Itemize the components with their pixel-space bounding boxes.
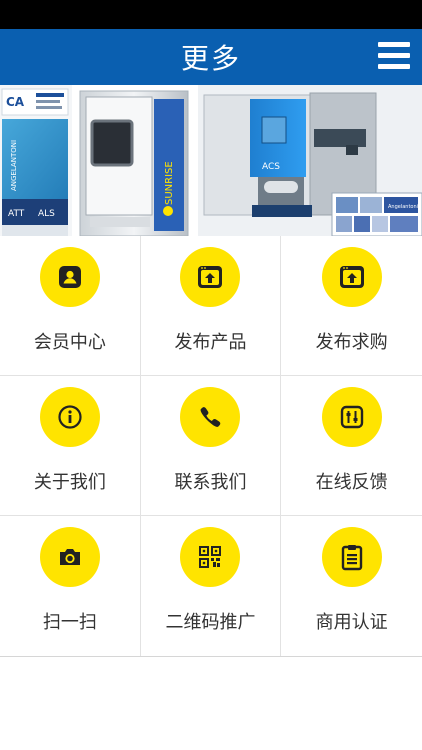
online-feedback-label: 在线反馈 — [315, 472, 388, 493]
banner-image[interactable]: CA ANGELANTONI ATT ALS SUNRISE ACS Angel… — [0, 85, 422, 236]
top-bar: 更多 — [0, 29, 422, 85]
business-certification-label: 商用认证 — [315, 612, 388, 633]
qr-promotion-label: 二维码推广 — [165, 612, 256, 633]
publish-purchase-button[interactable]: 发布求购 — [281, 236, 422, 376]
online-feedback-button[interactable]: 在线反馈 — [281, 376, 422, 516]
member-center-button[interactable]: 会员中心 — [0, 236, 141, 376]
about-us-button[interactable]: 关于我们 — [0, 376, 141, 516]
upload-window-icon — [321, 247, 382, 307]
banner-center-brand: SUNRISE — [164, 161, 175, 205]
qr-code-icon — [180, 527, 241, 587]
feedback-icon — [321, 387, 382, 447]
member-center-label: 会员中心 — [33, 332, 106, 353]
svg-text:CA: CA — [6, 95, 25, 109]
banner-right-logo: Angelantoni — [388, 204, 418, 210]
contact-us-label: 联系我们 — [174, 472, 247, 493]
banner-left-brand: ANGELANTONI — [10, 140, 18, 191]
upload-window-icon — [180, 247, 241, 307]
clipboard-icon — [321, 527, 382, 587]
publish-product-button[interactable]: 发布产品 — [140, 236, 282, 376]
menu-grid: 会员中心 发布产品 发布求购 关于我们 联系我们 在线反馈 扫一扫 二维码推广 … — [0, 236, 422, 657]
banner-right-brand: ACS — [262, 162, 280, 172]
info-icon — [39, 387, 100, 447]
contact-us-button[interactable]: 联系我们 — [140, 376, 282, 516]
camera-icon — [39, 527, 100, 587]
banner-left-tag-1: ATT — [8, 209, 25, 219]
publish-purchase-label: 发布求购 — [315, 332, 388, 353]
phone-icon — [180, 387, 241, 447]
qr-promotion-button[interactable]: 二维码推广 — [141, 516, 282, 656]
scan-button[interactable]: 扫一扫 — [0, 516, 141, 656]
member-card-icon — [39, 247, 100, 307]
scan-label: 扫一扫 — [42, 612, 97, 633]
business-certification-button[interactable]: 商用认证 — [281, 516, 422, 656]
page-title: 更多 — [180, 42, 241, 75]
hamburger-menu-icon[interactable] — [378, 42, 410, 72]
status-bar — [0, 0, 422, 29]
about-us-label: 关于我们 — [33, 472, 106, 493]
publish-product-label: 发布产品 — [174, 332, 247, 353]
banner-left-tag-2: ALS — [38, 209, 55, 219]
